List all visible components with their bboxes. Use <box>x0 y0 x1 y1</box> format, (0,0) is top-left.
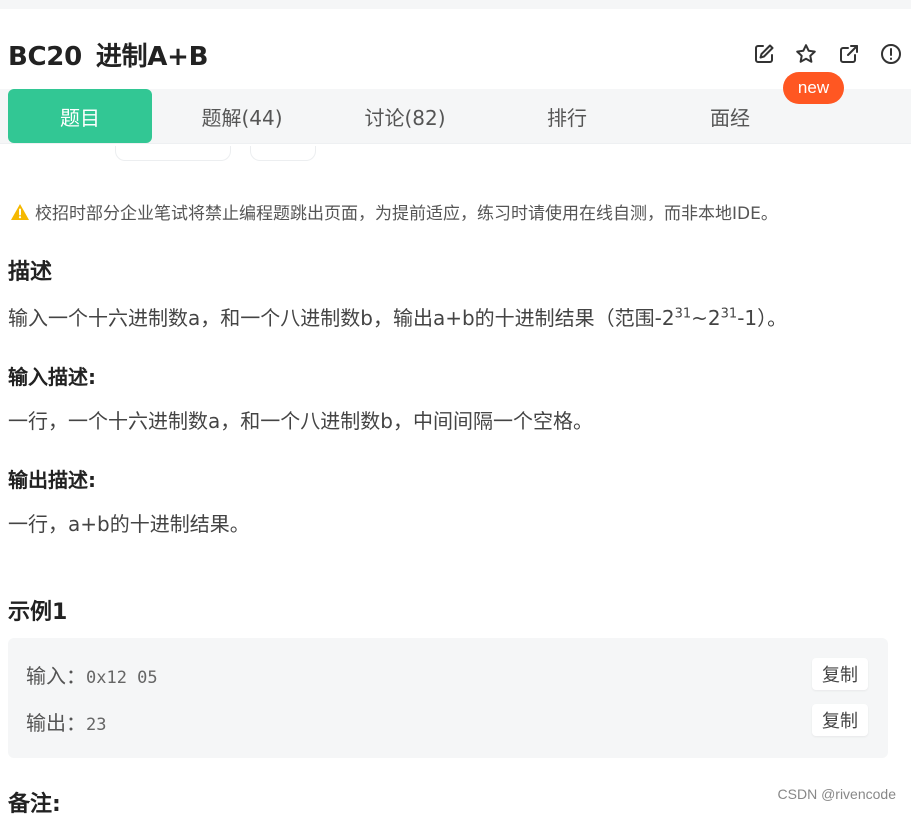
tab-bar: 题目 题解(44) 讨论(82) 排行 面经 <box>0 89 911 143</box>
description-text: 输入一个十六进制数a，和一个八进制数b，输出a+b的十进制结果（范围-231~2… <box>8 306 788 330</box>
tab-problem[interactable]: 题目 <box>8 89 152 143</box>
share-icon[interactable] <box>836 40 862 68</box>
example-input-label: 输入： <box>26 664 86 688</box>
example-output-row: 输出：23 <box>26 707 106 736</box>
example-input-row: 输入：0x12 05 <box>26 660 158 689</box>
watermark: CSDN @rivencode <box>777 786 896 802</box>
warning-icon <box>10 203 30 221</box>
input-desc-heading: 输入描述: <box>8 365 96 389</box>
description-heading: 描述 <box>8 260 53 285</box>
notice-banner: 校招时部分企业笔试将禁止编程题跳出页面，为提前适应，练习时请使用在线自测，而非本… <box>10 199 778 224</box>
copy-output-button[interactable]: 复制 <box>812 704 868 736</box>
new-badge: new <box>783 72 844 104</box>
example-output-label: 输出： <box>26 711 86 735</box>
notice-text: 校招时部分企业笔试将禁止编程题跳出页面，为提前适应，练习时请使用在线自测，而非本… <box>35 204 778 224</box>
problem-code: BC20 <box>8 42 82 72</box>
input-desc-text: 一行，一个十六进制数a，和一个八进制数b，中间间隔一个空格。 <box>8 409 593 433</box>
copy-input-button[interactable]: 复制 <box>812 658 868 690</box>
clipped-tag <box>115 146 231 161</box>
top-strip <box>0 0 911 9</box>
output-desc-text: 一行，a+b的十进制结果。 <box>8 512 250 536</box>
example-box: 输入：0x12 05 复制 输出：23 复制 <box>8 638 888 758</box>
example-heading: 示例1 <box>8 600 68 625</box>
example-output-value: 23 <box>86 715 107 735</box>
notes-heading: 备注: <box>8 792 61 817</box>
tab-solutions[interactable]: 题解(44) <box>170 89 314 143</box>
star-icon[interactable] <box>793 40 819 68</box>
edit-icon[interactable] <box>751 40 777 68</box>
tab-interview[interactable]: 面经 <box>658 89 802 143</box>
output-desc-heading: 输出描述: <box>8 468 96 492</box>
problem-name: 进制A+B <box>95 42 209 72</box>
tab-ranking[interactable]: 排行 <box>495 89 639 143</box>
report-icon[interactable] <box>878 40 904 68</box>
example-input-value: 0x12 05 <box>86 668 158 688</box>
tab-divider <box>0 143 911 144</box>
clipped-tag <box>250 146 316 161</box>
page-title: BC20 进制A+B <box>8 36 208 73</box>
tab-discussion[interactable]: 讨论(82) <box>333 89 477 143</box>
